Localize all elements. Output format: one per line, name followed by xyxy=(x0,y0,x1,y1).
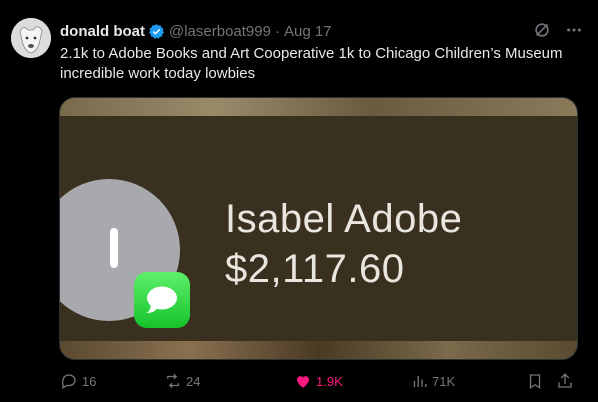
bookmark-icon xyxy=(529,374,541,390)
image-top-edge xyxy=(60,98,577,118)
reply-button[interactable]: 16 xyxy=(60,372,96,390)
tweet-header: donald boat @laserboat999 · Aug 17 xyxy=(60,21,332,41)
bookmark-button[interactable] xyxy=(526,372,544,390)
author-name[interactable]: donald boat xyxy=(60,23,145,40)
like-button[interactable]: 1.9K xyxy=(294,372,343,390)
tweet-actions: 16 24 1.9K 71K xyxy=(60,372,580,392)
tweet-text: 2.1k to Adobe Books and Art Cooperative … xyxy=(60,44,585,84)
view-count: 71K xyxy=(432,373,456,389)
contact-name: Isabel Adobe xyxy=(225,197,463,241)
repost-icon xyxy=(167,373,179,389)
repost-count: 24 xyxy=(186,373,201,389)
separator: · xyxy=(274,22,280,40)
reply-count: 16 xyxy=(82,373,97,389)
contact-initial xyxy=(110,228,118,268)
repost-button[interactable]: 24 xyxy=(164,372,200,390)
share-icon xyxy=(558,373,572,388)
verified-icon xyxy=(148,23,165,40)
messages-icon xyxy=(134,272,190,328)
tweet[interactable]: donald boat @laserboat999 · Aug 17 2.1k … xyxy=(0,0,598,402)
like-icon xyxy=(297,376,309,388)
views-button[interactable]: 71K xyxy=(410,372,455,390)
share-button[interactable] xyxy=(556,372,574,390)
payment-amount: $2,117.60 xyxy=(225,247,405,291)
payment-card: Isabel Adobe $2,117.60 xyxy=(60,116,577,344)
post-date[interactable]: Aug 17 xyxy=(284,23,332,40)
tweet-top-actions xyxy=(532,20,584,40)
reply-icon xyxy=(61,374,76,389)
author-handle[interactable]: @laserboat999 xyxy=(169,23,271,40)
more-icon[interactable] xyxy=(564,20,584,40)
views-icon xyxy=(413,375,427,387)
image-bottom-edge xyxy=(60,341,577,359)
tweet-text-line: 2.1k to Adobe Books and Art Cooperative … xyxy=(60,45,563,62)
tweet-text-line: incredible work today lowbies xyxy=(60,65,256,82)
tweet-image[interactable]: Isabel Adobe $2,117.60 xyxy=(59,97,578,360)
grok-icon[interactable] xyxy=(532,20,552,40)
avatar[interactable] xyxy=(11,18,51,58)
like-count: 1.9K xyxy=(316,373,343,389)
